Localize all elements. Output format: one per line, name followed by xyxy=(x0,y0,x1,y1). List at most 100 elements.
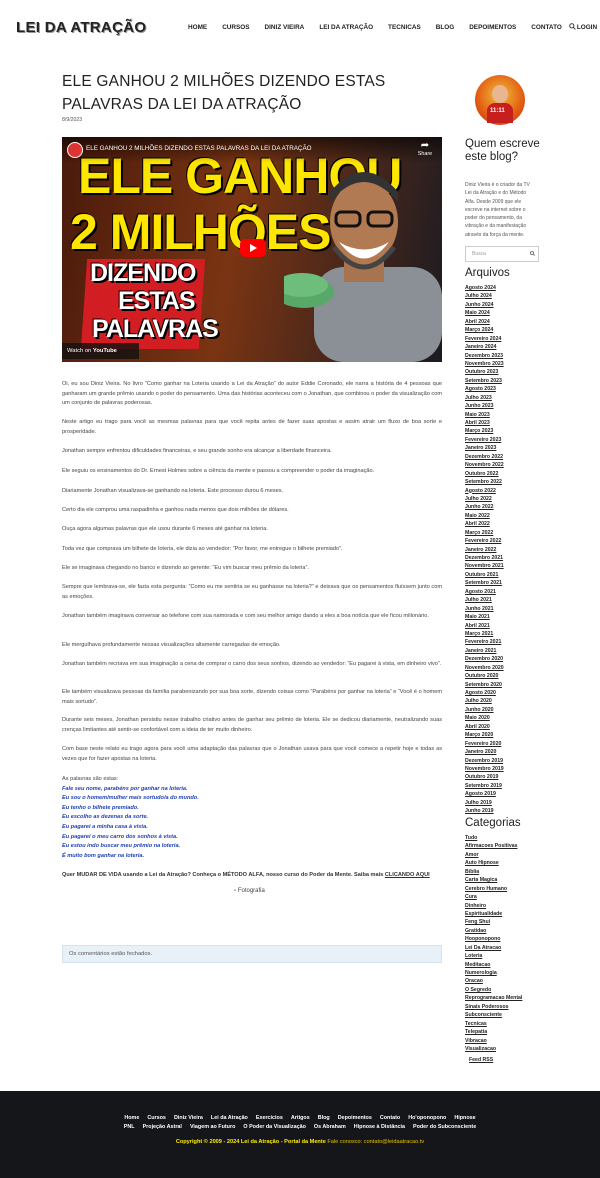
archive-link[interactable]: Outubro 2023 xyxy=(465,368,504,376)
archive-link[interactable]: Fevereiro 2023 xyxy=(465,436,504,444)
nav-depoimentos[interactable]: DEPOIMENTOS xyxy=(469,24,516,31)
archive-link[interactable]: Setembro 2020 xyxy=(465,681,504,689)
archive-link[interactable]: Junho 2022 xyxy=(465,503,504,511)
archive-link[interactable]: Abril 2024 xyxy=(465,318,504,326)
category-link[interactable]: Telepatia xyxy=(465,1028,522,1036)
play-button[interactable] xyxy=(240,239,266,257)
archive-link[interactable]: Março 2024 xyxy=(465,326,504,334)
archive-link[interactable]: Março 2023 xyxy=(465,427,504,435)
category-link[interactable]: Carta Magica xyxy=(465,876,522,884)
archive-link[interactable]: Novembro 2021 xyxy=(465,562,504,570)
video-title[interactable]: ELE GANHOU 2 MILHÕES DIZENDO ESTAS PALAV… xyxy=(86,145,312,152)
archive-link[interactable]: Janeiro 2023 xyxy=(465,444,504,452)
archive-link[interactable]: Janeiro 2021 xyxy=(465,647,504,655)
category-link[interactable]: Dinheiro xyxy=(465,902,522,910)
footer-link[interactable]: Hipnose xyxy=(454,1115,475,1121)
archive-link[interactable]: Setembro 2021 xyxy=(465,579,504,587)
nav-login[interactable]: LOGIN xyxy=(577,24,597,31)
category-link[interactable]: Numerologia xyxy=(465,969,522,977)
archive-link[interactable]: Maio 2023 xyxy=(465,411,504,419)
archive-link[interactable]: Outubro 2022 xyxy=(465,470,504,478)
video-player[interactable]: ELE GANHOU 2 MILHÕES DIZENDO ESTAS PALAV… xyxy=(62,137,442,362)
archive-link[interactable]: Abril 2021 xyxy=(465,622,504,630)
category-link[interactable]: Amor xyxy=(465,851,522,859)
archive-link[interactable]: Dezembro 2021 xyxy=(465,554,504,562)
footer-link[interactable]: Diniz Vieira xyxy=(174,1115,203,1121)
footer-link[interactable]: Ho'oponopono xyxy=(408,1115,446,1121)
footer-link[interactable]: Blog xyxy=(318,1115,330,1121)
footer-link[interactable]: Cursos xyxy=(147,1115,166,1121)
category-link[interactable]: Lei Da Atracao xyxy=(465,944,522,952)
archive-link[interactable]: Agosto 2020 xyxy=(465,689,504,697)
contact-email[interactable]: Fale conosco: contato@leidaatracao.tv xyxy=(327,1139,424,1145)
archive-link[interactable]: Fevereiro 2024 xyxy=(465,335,504,343)
share-button[interactable]: ➦ Share xyxy=(414,141,436,158)
category-link[interactable]: Feng Shui xyxy=(465,918,522,926)
category-link[interactable]: Afirmacoes Positivas xyxy=(465,842,522,850)
archive-link[interactable]: Janeiro 2020 xyxy=(465,748,504,756)
footer-link[interactable]: Hipnose à Distância xyxy=(354,1124,405,1130)
archive-link[interactable]: Fevereiro 2020 xyxy=(465,740,504,748)
archive-link[interactable]: Agosto 2023 xyxy=(465,385,504,393)
footer-link[interactable]: Home xyxy=(124,1115,139,1121)
category-link[interactable]: Espiritualidade xyxy=(465,910,522,918)
archive-link[interactable]: Junho 2019 xyxy=(465,807,504,815)
category-link[interactable]: Gratidao xyxy=(465,927,522,935)
footer-link[interactable]: Projeção Astral xyxy=(143,1124,182,1130)
archive-link[interactable]: Março 2020 xyxy=(465,731,504,739)
archive-link[interactable]: Setembro 2023 xyxy=(465,377,504,385)
footer-link[interactable]: O Poder da Visualização xyxy=(243,1124,306,1130)
category-link[interactable]: Vibracao xyxy=(465,1037,522,1045)
archive-link[interactable]: Julho 2024 xyxy=(465,292,504,300)
category-link[interactable]: Cura xyxy=(465,893,522,901)
nav-lei-da-atracao[interactable]: LEI DA ATRAÇÃO xyxy=(319,24,373,31)
archive-link[interactable]: Junho 2023 xyxy=(465,402,504,410)
archive-link[interactable]: Julho 2021 xyxy=(465,596,504,604)
category-link[interactable]: Loteria xyxy=(465,952,522,960)
nav-blog[interactable]: BLOG xyxy=(436,24,454,31)
archive-link[interactable]: Dezembro 2020 xyxy=(465,655,504,663)
category-link[interactable]: Sinais Poderosos xyxy=(465,1003,522,1011)
category-link[interactable]: Bíblia xyxy=(465,868,522,876)
archive-link[interactable]: Julho 2022 xyxy=(465,495,504,503)
category-link[interactable]: Visualizacao xyxy=(465,1045,522,1053)
nav-cursos[interactable]: CURSOS xyxy=(222,24,249,31)
nav-diniz-vieira[interactable]: DINIZ VIEIRA xyxy=(265,24,305,31)
archive-link[interactable]: Novembro 2023 xyxy=(465,360,504,368)
footer-link[interactable]: Depoimentos xyxy=(338,1115,372,1121)
category-link[interactable]: Cerebro Humano xyxy=(465,885,522,893)
archive-link[interactable]: Agosto 2024 xyxy=(465,284,504,292)
footer-link[interactable]: Poder do Subconsciente xyxy=(413,1124,476,1130)
archive-link[interactable]: Maio 2022 xyxy=(465,512,504,520)
archive-link[interactable]: Maio 2024 xyxy=(465,309,504,317)
archive-link[interactable]: Junho 2024 xyxy=(465,301,504,309)
site-logo[interactable]: LEI DA ATRAÇÃO xyxy=(16,19,146,36)
archive-link[interactable]: Julho 2020 xyxy=(465,697,504,705)
channel-avatar[interactable] xyxy=(67,142,83,158)
archive-link[interactable]: Outubro 2021 xyxy=(465,571,504,579)
category-link[interactable]: Meditacao xyxy=(465,961,522,969)
archive-link[interactable]: Agosto 2022 xyxy=(465,487,504,495)
sidebar-search-input[interactable]: Busca xyxy=(465,246,539,262)
archive-link[interactable]: Outubro 2019 xyxy=(465,773,504,781)
category-link[interactable]: Oracao xyxy=(465,977,522,985)
nav-home[interactable]: HOME xyxy=(188,24,207,31)
archive-link[interactable]: Julho 2023 xyxy=(465,394,504,402)
archive-link[interactable]: Junho 2021 xyxy=(465,605,504,613)
archive-link[interactable]: Dezembro 2022 xyxy=(465,453,504,461)
category-link[interactable]: O Segredo xyxy=(465,986,522,994)
footer-link[interactable]: Os Abraham xyxy=(314,1124,346,1130)
archive-link[interactable]: Dezembro 2023 xyxy=(465,352,504,360)
category-link[interactable]: Auto Hipnose xyxy=(465,859,522,867)
category-link[interactable]: Tudo xyxy=(465,834,522,842)
archive-link[interactable]: Julho 2019 xyxy=(465,799,504,807)
archive-link[interactable]: Setembro 2019 xyxy=(465,782,504,790)
footer-link[interactable]: Artigos xyxy=(291,1115,310,1121)
watch-on-youtube[interactable]: Watch on YouTube xyxy=(62,343,139,359)
archive-link[interactable]: Maio 2020 xyxy=(465,714,504,722)
archive-link[interactable]: Agosto 2019 xyxy=(465,790,504,798)
category-link[interactable]: Hooponopono xyxy=(465,935,522,943)
archive-link[interactable]: Novembro 2020 xyxy=(465,664,504,672)
nav-tecnicas[interactable]: TECNICAS xyxy=(388,24,421,31)
footer-link[interactable]: PNL xyxy=(124,1124,135,1130)
